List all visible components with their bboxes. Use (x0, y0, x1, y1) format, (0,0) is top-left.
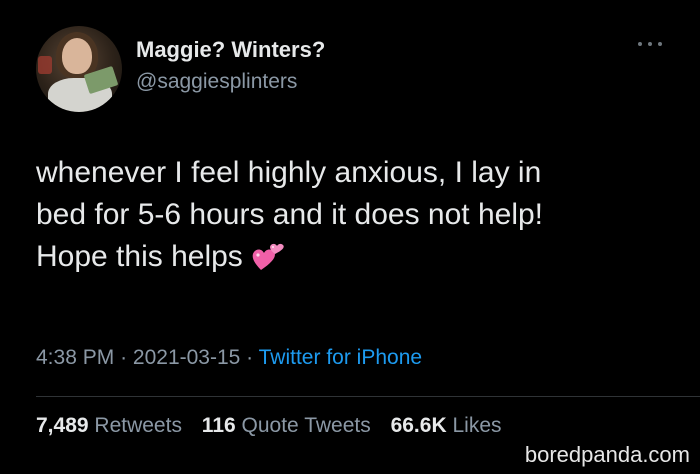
meta-separator: · (246, 346, 254, 369)
two-hearts-icon (251, 240, 285, 284)
likes-label: Likes (452, 414, 502, 437)
avatar-background (38, 56, 52, 74)
avatar-face (62, 38, 92, 74)
avatar[interactable] (36, 26, 122, 112)
tweet-time[interactable]: 4:38 PM (36, 346, 114, 369)
dot (648, 42, 652, 46)
user-handle[interactable]: @saggiesplinters (136, 70, 297, 94)
retweets-count: 7,489 (36, 414, 89, 437)
tweet-source-link[interactable]: Twitter for iPhone (259, 346, 422, 369)
dot (638, 42, 642, 46)
meta-separator: · (120, 346, 128, 369)
quote-tweets-count: 116 (201, 414, 236, 437)
tweet-line-last: Hope this helps (36, 236, 676, 284)
tweet-stats: 7,489 Retweets 116 Quote Tweets 66.6K Li… (36, 414, 516, 438)
likes-stat[interactable]: 66.6K Likes (391, 414, 502, 437)
tweet-line: whenever I feel highly anxious, I lay in (36, 156, 542, 189)
quote-tweets-stat[interactable]: 116 Quote Tweets (202, 414, 371, 437)
quote-tweets-label: Quote Tweets (241, 414, 371, 437)
tweet-line-text: Hope this helps (36, 240, 243, 273)
tweet-date[interactable]: 2021-03-15 (133, 346, 240, 369)
divider (36, 396, 700, 397)
likes-count: 66.6K (390, 414, 447, 437)
watermark: boredpanda.com (524, 442, 690, 467)
more-options-icon[interactable] (638, 38, 662, 50)
display-name[interactable]: Maggie? Winters? (136, 37, 325, 63)
tweet-line: bed for 5-6 hours and it does not help! (36, 198, 544, 231)
tweet-text: whenever I feel highly anxious, I lay in… (36, 152, 676, 284)
retweets-label: Retweets (94, 414, 182, 437)
tweet-card: Maggie? Winters? @saggiesplinters whenev… (0, 0, 700, 474)
dot (658, 42, 662, 46)
retweets-stat[interactable]: 7,489 Retweets (36, 414, 182, 437)
tweet-meta: 4:38 PM · 2021-03-15 · Twitter for iPhon… (36, 346, 422, 370)
